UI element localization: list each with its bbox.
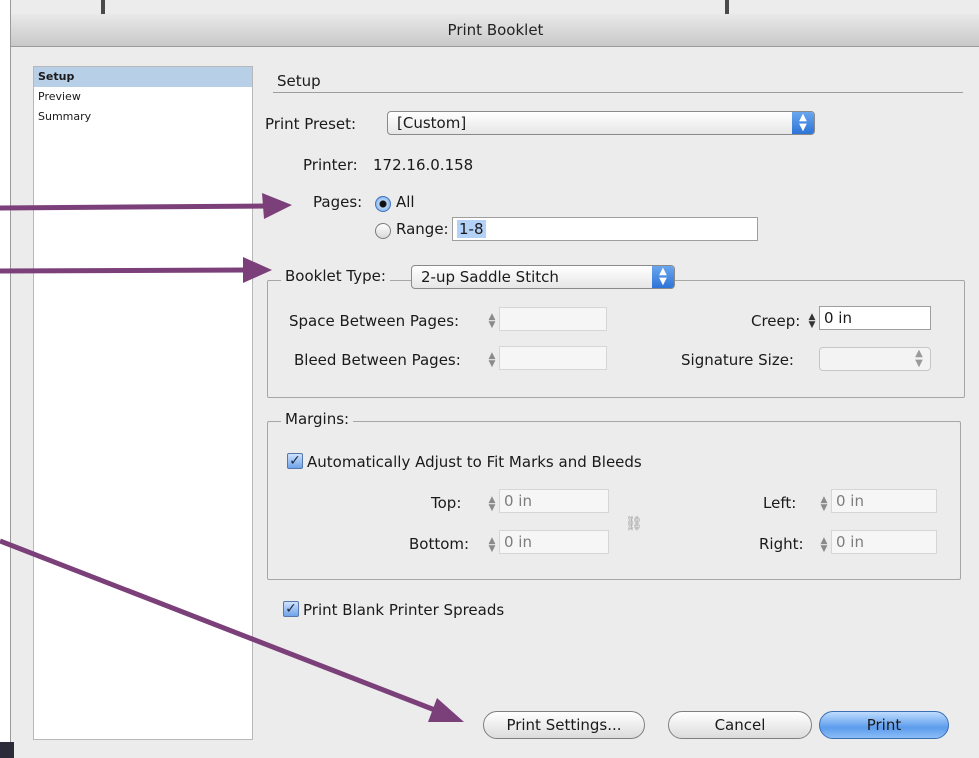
margins-legend: Margins: <box>281 410 354 428</box>
print-preset-label: Print Preset: <box>265 115 357 133</box>
margin-top-label: Top: <box>431 494 462 512</box>
window-title: Print Booklet <box>11 14 979 47</box>
sidebar-item-summary[interactable]: Summary <box>34 107 252 127</box>
auto-adjust-label: Automatically Adjust to Fit Marks and Bl… <box>307 453 642 471</box>
pages-range-label: Range: <box>396 220 449 238</box>
section-title: Setup <box>277 72 321 90</box>
pages-range-radio[interactable] <box>375 223 391 239</box>
margin-top-input[interactable]: 0 in <box>499 489 609 513</box>
bleed-between-stepper[interactable]: ▲ ▼ <box>487 352 497 369</box>
space-between-label: Space Between Pages: <box>289 312 460 330</box>
printer-value: 172.16.0.158 <box>373 156 474 174</box>
cancel-button[interactable]: Cancel <box>668 711 812 739</box>
section-divider <box>273 92 963 93</box>
booklet-type-label: Booklet Type: <box>285 267 386 285</box>
margin-left-stepper[interactable]: ▲ ▼ <box>819 496 829 513</box>
booklet-type-select[interactable]: 2-up Saddle Stitch ▲ ▼ <box>411 265 675 289</box>
booklet-type-value: 2-up Saddle Stitch <box>421 268 559 286</box>
creep-input[interactable]: 0 in <box>819 306 931 330</box>
margin-right-input[interactable]: 0 in <box>831 530 937 554</box>
signature-size-label: Signature Size: <box>681 351 794 369</box>
margin-bottom-input[interactable]: 0 in <box>499 530 609 554</box>
creep-label: Creep: <box>751 312 801 330</box>
sidebar-item-preview[interactable]: Preview <box>34 87 252 107</box>
pages-all-radio[interactable] <box>375 196 391 212</box>
pages-all-label: All <box>396 193 415 211</box>
booklet-type-group <box>267 280 965 398</box>
print-preset-select[interactable]: [Custom] ▲ ▼ <box>387 111 815 135</box>
margin-bottom-label: Bottom: <box>409 535 470 553</box>
auto-adjust-checkbox[interactable]: ✓ <box>287 453 303 469</box>
background-edge <box>0 742 14 758</box>
margin-top-stepper[interactable]: ▲ ▼ <box>487 496 497 513</box>
pages-range-value: 1-8 <box>457 220 486 238</box>
print-booklet-dialog: Print Booklet Setup Preview Summary Setu… <box>10 0 979 758</box>
select-arrows-icon: ▲ ▼ <box>652 266 674 288</box>
bleed-between-input[interactable] <box>499 346 607 370</box>
bleed-between-label: Bleed Between Pages: <box>294 351 461 369</box>
print-preset-value: [Custom] <box>397 114 467 132</box>
blank-spreads-label: Print Blank Printer Spreads <box>303 601 505 619</box>
sidebar-item-setup[interactable]: Setup <box>34 67 252 87</box>
print-settings-button[interactable]: Print Settings... <box>483 711 645 739</box>
blank-spreads-checkbox[interactable]: ✓ <box>283 601 299 617</box>
pages-label: Pages: <box>313 193 363 211</box>
margin-right-stepper[interactable]: ▲ ▼ <box>819 537 829 554</box>
space-between-stepper[interactable]: ▲ ▼ <box>487 313 497 330</box>
sidebar: Setup Preview Summary <box>33 66 253 740</box>
booklet-type-legend: Booklet Type: <box>281 267 390 285</box>
select-arrows-icon: ▲ ▼ <box>915 348 923 369</box>
margin-bottom-stepper[interactable]: ▲ ▼ <box>487 537 497 554</box>
space-between-input[interactable] <box>499 307 607 331</box>
margin-left-input[interactable]: 0 in <box>831 489 937 513</box>
margin-left-label: Left: <box>763 494 797 512</box>
select-arrows-icon: ▲ ▼ <box>792 112 814 134</box>
chain-link-icon[interactable]: ⛓ <box>625 516 643 536</box>
creep-stepper[interactable]: ▲ ▼ <box>807 313 817 330</box>
print-button[interactable]: Print <box>819 711 949 739</box>
printer-label: Printer: <box>303 156 358 174</box>
margin-right-label: Right: <box>759 535 804 553</box>
pages-range-input[interactable]: 1-8 <box>452 217 758 241</box>
signature-size-select[interactable]: ▲ ▼ <box>819 347 931 371</box>
